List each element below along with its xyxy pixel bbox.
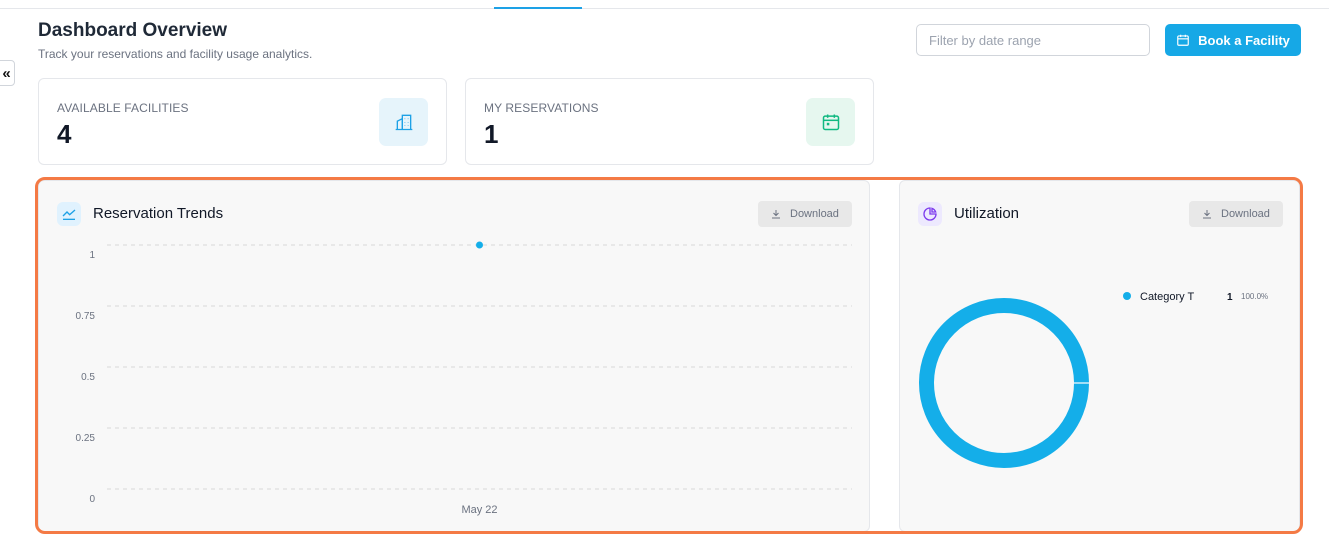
stat-label: MY RESERVATIONS	[484, 101, 599, 115]
charts-highlight-frame	[35, 177, 1303, 534]
calendar-icon	[1177, 34, 1189, 46]
available-facilities-card: AVAILABLE FACILITIES 4	[38, 78, 447, 165]
stat-label: AVAILABLE FACILITIES	[57, 101, 189, 115]
book-facility-label: Book a Facility	[1198, 32, 1290, 48]
page-title: Dashboard Overview	[38, 20, 228, 41]
stat-value: 1	[484, 119, 499, 149]
sidebar-collapse-button[interactable]: «	[0, 60, 15, 86]
top-divider	[0, 8, 1329, 9]
building-icon	[379, 98, 428, 146]
my-reservations-card: MY RESERVATIONS 1	[465, 78, 874, 165]
page-subtitle: Track your reservations and facility usa…	[38, 47, 313, 61]
active-tab-indicator	[494, 7, 582, 9]
date-range-filter-input[interactable]	[916, 24, 1150, 56]
book-facility-button[interactable]: Book a Facility	[1165, 24, 1301, 56]
calendar-icon	[806, 98, 855, 146]
stat-value: 4	[57, 119, 72, 149]
